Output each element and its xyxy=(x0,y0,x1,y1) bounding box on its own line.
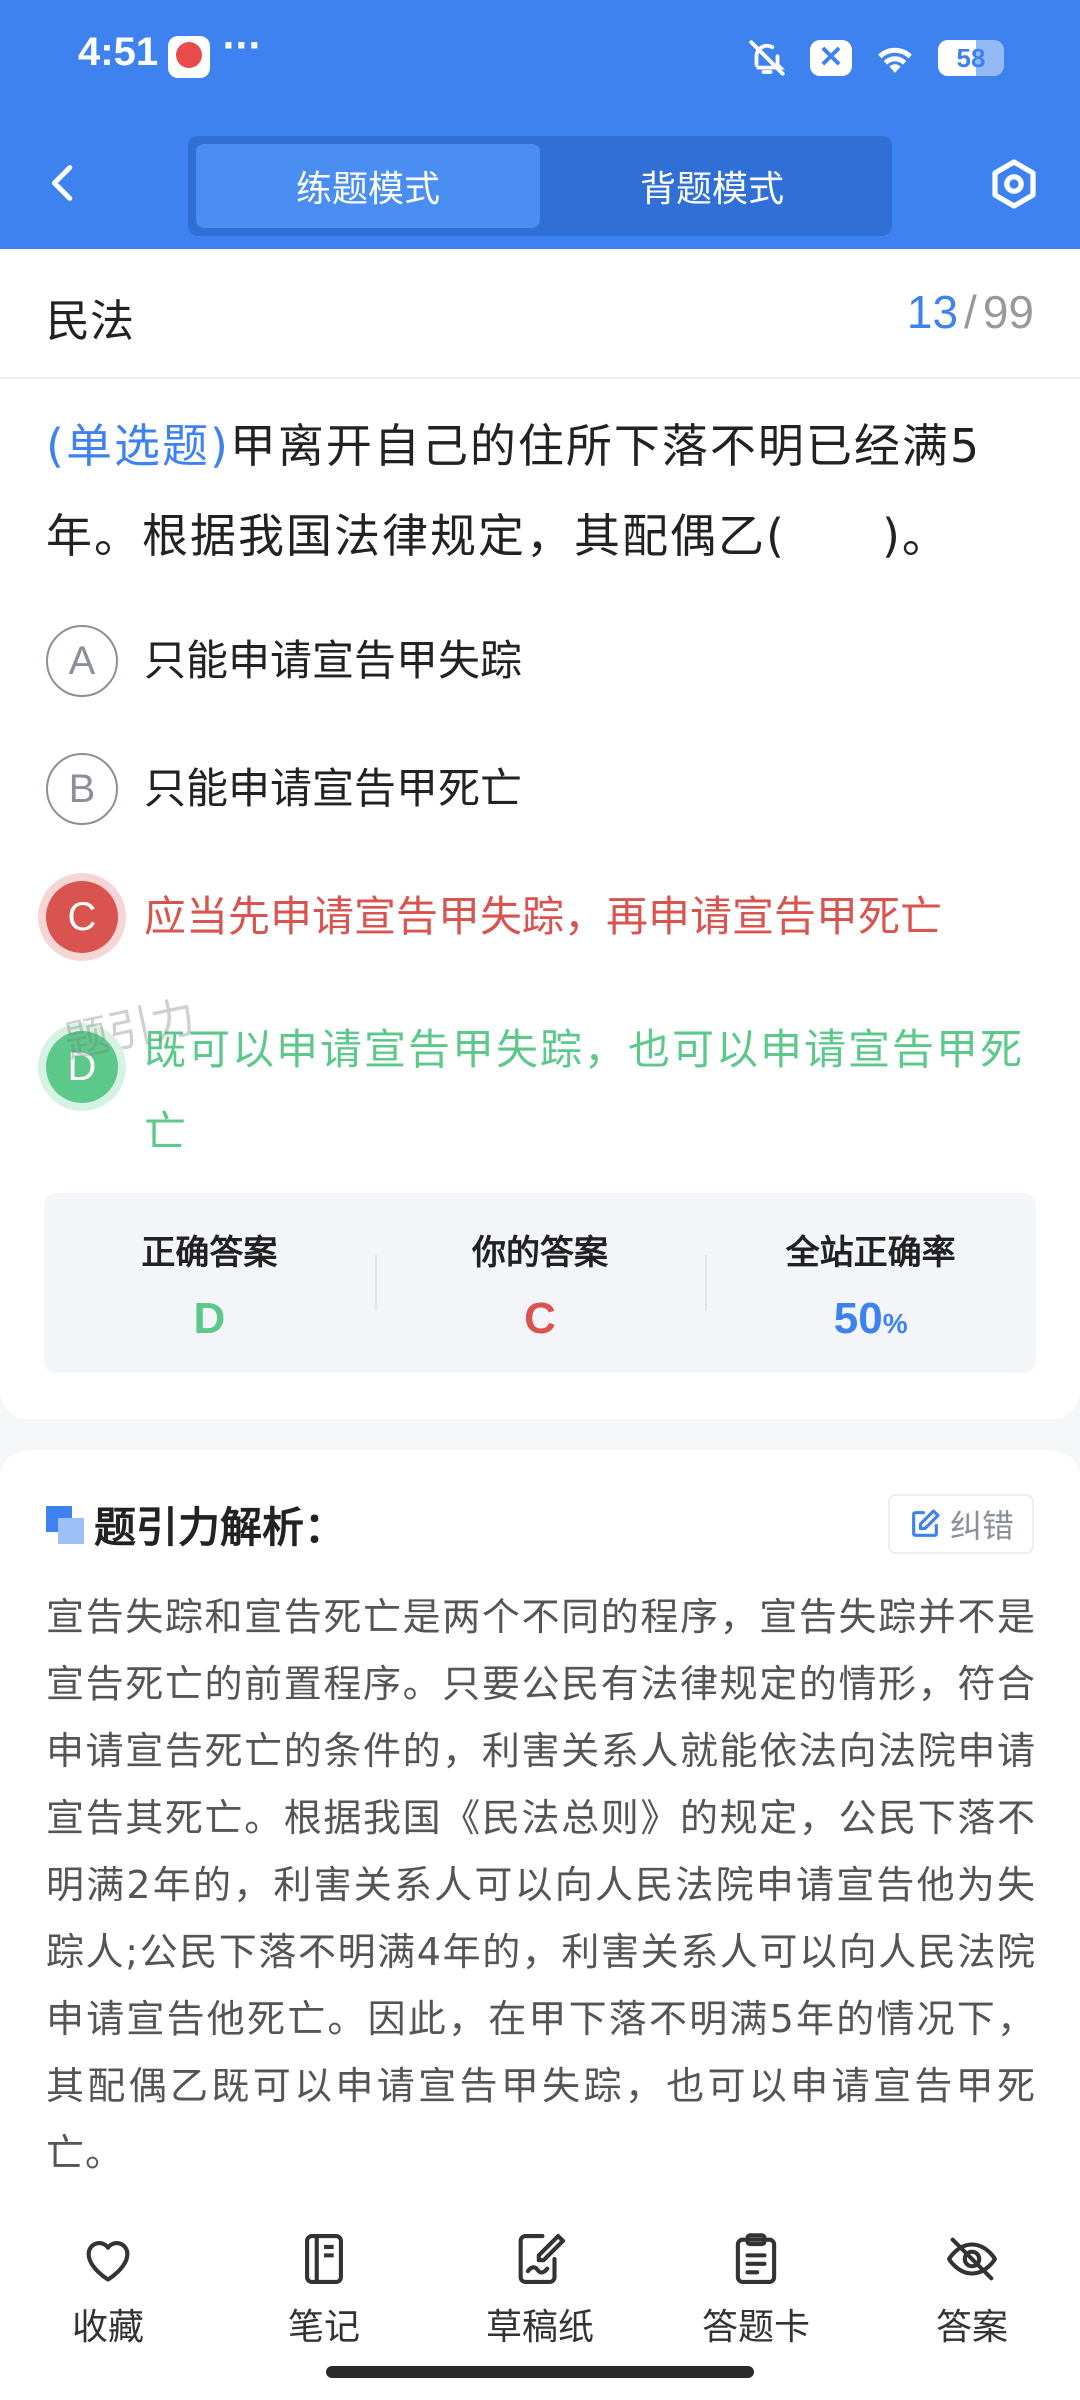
settings-hexagon-icon xyxy=(992,159,1036,209)
subject-row: 民法 13/99 xyxy=(0,249,1080,379)
option-text: 只能申请宣告甲失踪 xyxy=(144,636,523,685)
draft-icon xyxy=(518,2233,566,2285)
close-box-icon: ✕ xyxy=(810,40,852,76)
question-text: (单选题)甲离开自己的住所下落不明已经满5年。根据我国法律规定，其配偶乙( )。 xyxy=(46,401,1036,581)
top-header: 4:51 ··· ✕ 58 练题模式 背题模式 xyxy=(0,0,1080,249)
report-error-label: 纠错 xyxy=(949,1507,1014,1545)
battery-icon: 58 xyxy=(938,40,1004,76)
tab-memorize-mode[interactable]: 背题模式 xyxy=(540,144,884,228)
site-accuracy: 全站正确率 50% xyxy=(705,1193,1036,1373)
site-accuracy-number: 50 xyxy=(833,1294,883,1343)
status-icons: ✕ 58 xyxy=(746,36,1004,80)
eye-off-icon xyxy=(946,2237,998,2281)
analysis-title: 题引力解析： xyxy=(94,1503,347,1552)
tab-label: 答案 xyxy=(935,2307,1008,2348)
status-bar: 4:51 ··· ✕ 58 xyxy=(0,0,1080,118)
chevron-left-icon xyxy=(51,165,73,201)
notebook-icon xyxy=(305,2233,343,2285)
option-letter: A xyxy=(46,625,118,697)
option-text: 应当先申请宣告甲失踪，再申请宣告甲死亡 xyxy=(144,892,943,941)
tab-label: 答题卡 xyxy=(701,2307,810,2348)
tab-label: 收藏 xyxy=(71,2307,144,2348)
answer-summary: 正确答案 D 你的答案 C 全站正确率 50% xyxy=(44,1193,1036,1373)
mode-switch: 练题模式 背题模式 xyxy=(188,136,892,236)
correct-answer: 正确答案 D xyxy=(44,1193,375,1373)
edit-icon xyxy=(912,1509,940,1537)
my-answer-label: 你的答案 xyxy=(472,1233,608,1273)
tab-answer[interactable]: 答案 xyxy=(874,2200,1070,2400)
bell-muted-icon xyxy=(746,37,788,79)
site-accuracy-label: 全站正确率 xyxy=(785,1233,956,1273)
tab-practice-mode[interactable]: 练题模式 xyxy=(196,144,540,228)
analysis-text: 宣告失踪和宣告死亡是两个不同的程序，宣告失踪并不是宣告死亡的前置程序。只要公民有… xyxy=(46,1595,1036,2175)
analysis-squares-icon xyxy=(46,1506,84,1544)
progress-separator: / xyxy=(964,286,977,338)
clipboard-icon xyxy=(735,2233,777,2285)
subject-name: 民法 xyxy=(46,296,134,347)
back-button[interactable] xyxy=(42,158,86,208)
wifi-icon xyxy=(874,37,916,79)
site-accuracy-value: 50% xyxy=(705,1294,1036,1344)
settings-button[interactable] xyxy=(986,156,1042,212)
option-letter: B xyxy=(46,753,118,825)
home-indicator[interactable] xyxy=(326,2366,754,2378)
option-c[interactable]: C 应当先申请宣告甲失踪，再申请宣告甲死亡 xyxy=(46,881,1046,953)
my-answer: 你的答案 C xyxy=(374,1193,706,1373)
question-card: 民法 13/99 (单选题)甲离开自己的住所下落不明已经满5年。根据我国法律规定… xyxy=(0,249,1080,1419)
heart-icon xyxy=(86,2241,130,2282)
question-progress: 13/99 xyxy=(907,285,1034,339)
total-questions: 99 xyxy=(982,286,1034,338)
option-text: 只能申请宣告甲死亡 xyxy=(144,764,523,813)
report-error-button[interactable]: 纠错 xyxy=(887,1494,1034,1554)
battery-level: 58 xyxy=(956,43,986,73)
more-notifications-icon: ··· xyxy=(222,26,261,66)
option-b[interactable]: B 只能申请宣告甲死亡 xyxy=(46,753,1046,825)
my-answer-value: C xyxy=(524,1294,556,1343)
option-text: 既可以申请宣告甲失踪，也可以申请宣告甲死亡 xyxy=(144,1025,1025,1156)
tab-label: 草稿纸 xyxy=(485,2307,594,2348)
app-notification-icon xyxy=(168,36,210,78)
status-time: 4:51 xyxy=(78,30,159,74)
correct-answer-label: 正确答案 xyxy=(141,1233,278,1273)
site-accuracy-unit: % xyxy=(882,1308,908,1339)
tab-label: 笔记 xyxy=(287,2307,360,2348)
nav-bar: 练题模式 背题模式 xyxy=(0,118,1080,249)
option-letter: C xyxy=(46,881,118,953)
correct-answer-value: D xyxy=(193,1294,226,1343)
tab-favorite[interactable]: 收藏 xyxy=(10,2200,206,2400)
question-type: (单选题) xyxy=(46,419,230,473)
current-question-number: 13 xyxy=(906,286,959,338)
option-a[interactable]: A 只能申请宣告甲失踪 xyxy=(46,625,1046,697)
analysis-card: 题引力解析： 纠错 宣告失踪和宣告死亡是两个不同的程序，宣告失踪并不是宣告死亡的… xyxy=(0,1450,1080,2250)
